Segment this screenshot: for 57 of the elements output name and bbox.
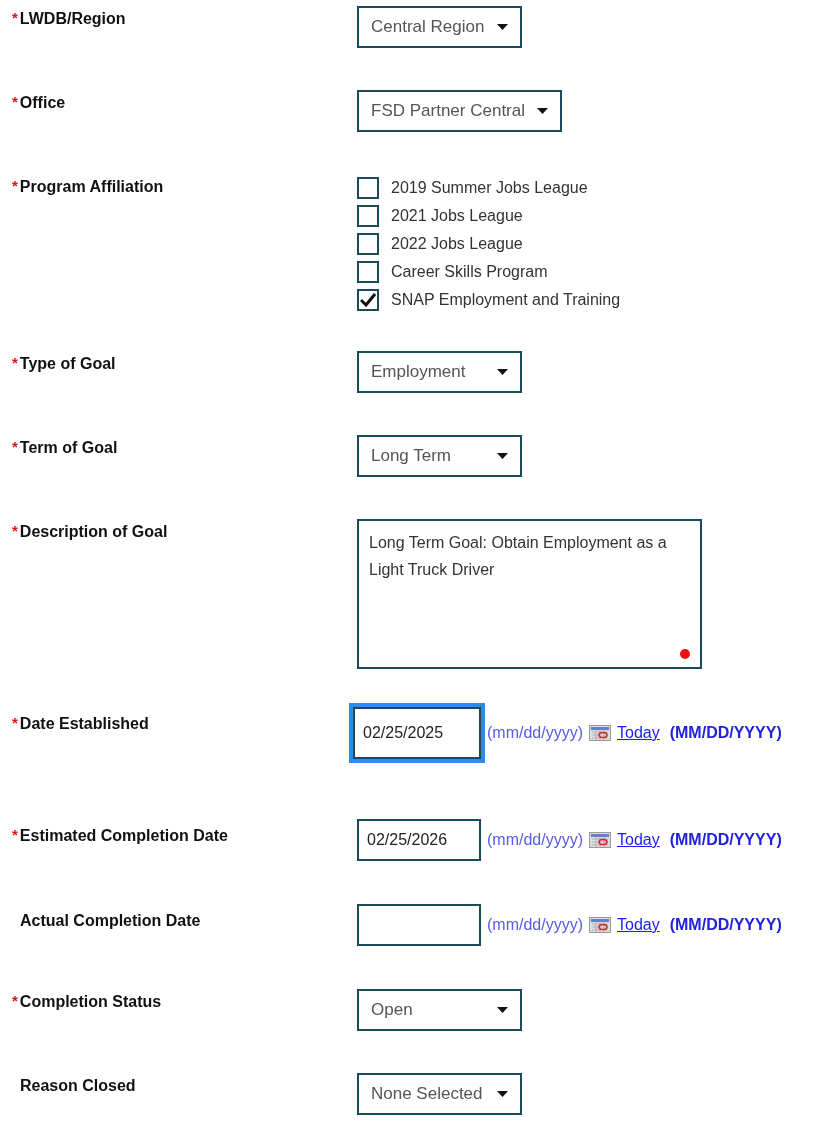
date-hint: (mm/dd/yyyy) bbox=[487, 831, 583, 849]
dot-icon bbox=[680, 649, 690, 659]
caret-icon bbox=[497, 369, 508, 375]
required-mark: * bbox=[12, 523, 18, 538]
dropdown[interactable]: Open bbox=[357, 989, 522, 1031]
date-format: (MM/DD/YYYY) bbox=[669, 916, 782, 934]
dropdown[interactable]: Long Term bbox=[357, 435, 522, 477]
field-label: Date Established bbox=[19, 715, 149, 733]
field-label: LWDB/Region bbox=[19, 10, 126, 28]
field-label: Type of Goal bbox=[19, 355, 116, 373]
today-link[interactable]: Today bbox=[617, 831, 660, 849]
checkbox-label[interactable]: 2021 Jobs League bbox=[391, 207, 523, 225]
required-mark: * bbox=[12, 827, 18, 842]
required-mark: * bbox=[12, 715, 18, 730]
checkbox-label[interactable]: Career Skills Program bbox=[391, 263, 548, 281]
caret-icon bbox=[497, 24, 508, 30]
checkbox[interactable] bbox=[357, 233, 379, 255]
field-label: Actual Completion Date bbox=[20, 912, 201, 930]
date-field[interactable] bbox=[357, 904, 481, 946]
calendar-icon[interactable] bbox=[589, 725, 611, 741]
checkbox-label[interactable]: SNAP Employment and Training bbox=[391, 291, 621, 309]
required-mark: * bbox=[12, 94, 18, 109]
checkbox[interactable] bbox=[357, 205, 379, 227]
checkbox-label[interactable]: 2022 Jobs League bbox=[391, 235, 523, 253]
required-mark: * bbox=[12, 178, 18, 193]
checkbox[interactable] bbox=[357, 289, 379, 311]
field-label: Program Affiliation bbox=[19, 178, 164, 196]
calendar-icon[interactable] bbox=[589, 832, 611, 848]
caret-icon bbox=[497, 1007, 508, 1013]
field-label: Term of Goal bbox=[19, 439, 118, 457]
date-hint: (mm/dd/yyyy) bbox=[487, 916, 583, 934]
required-mark: * bbox=[12, 993, 18, 1008]
required-mark: * bbox=[12, 439, 18, 454]
today-link[interactable]: Today bbox=[617, 724, 660, 742]
dropdown[interactable]: None Selected bbox=[357, 1073, 522, 1115]
field-label: Reason Closed bbox=[20, 1077, 136, 1095]
date-format: (MM/DD/YYYY) bbox=[669, 724, 782, 742]
dropdown[interactable]: Employment bbox=[357, 351, 522, 393]
field-label: Completion Status bbox=[19, 993, 162, 1011]
date-hint: (mm/dd/yyyy) bbox=[487, 724, 583, 742]
field-label: Estimated Completion Date bbox=[19, 827, 228, 845]
today-link[interactable]: Today bbox=[617, 916, 660, 934]
caret-icon bbox=[497, 1091, 508, 1097]
dropdown[interactable]: Central Region bbox=[357, 6, 522, 48]
date-field[interactable]: 02/25/2026 bbox=[357, 819, 481, 861]
required-mark: * bbox=[12, 355, 18, 370]
date-format: (MM/DD/YYYY) bbox=[669, 831, 782, 849]
checkbox[interactable] bbox=[357, 261, 379, 283]
caret-icon bbox=[497, 453, 508, 459]
required-mark: * bbox=[12, 10, 18, 25]
field-label: Description of Goal bbox=[19, 523, 168, 541]
caret-icon bbox=[537, 108, 548, 114]
dropdown[interactable]: FSD Partner Central bbox=[357, 90, 562, 132]
checkbox-label[interactable]: 2019 Summer Jobs League bbox=[391, 179, 588, 197]
field-label: Office bbox=[19, 94, 66, 112]
calendar-icon[interactable] bbox=[589, 917, 611, 933]
checkbox[interactable] bbox=[357, 177, 379, 199]
